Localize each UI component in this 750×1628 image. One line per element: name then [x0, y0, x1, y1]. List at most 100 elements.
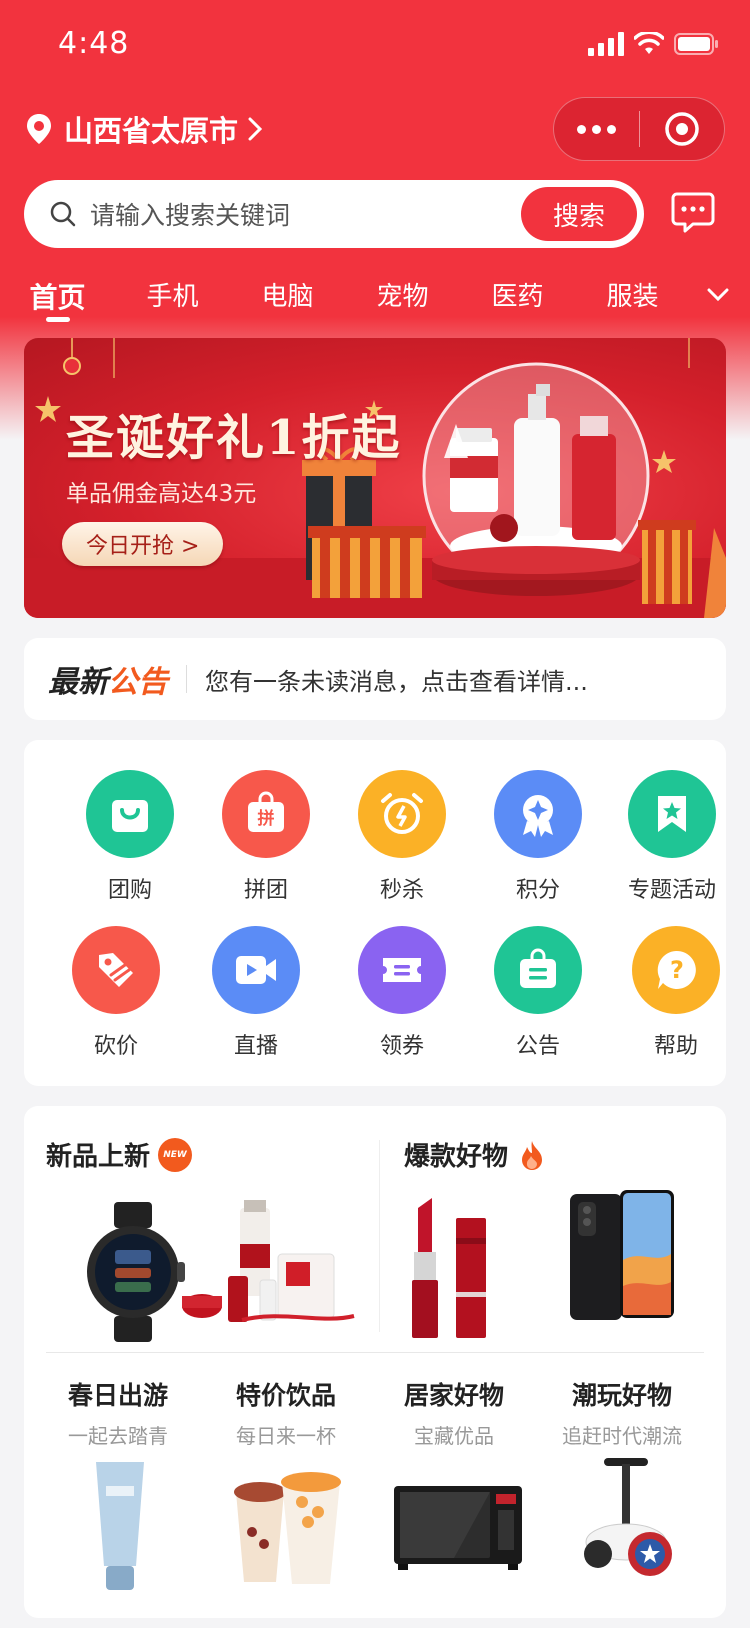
section-hot-products[interactable]: 爆款好物	[404, 1136, 546, 1173]
search-icon	[50, 201, 76, 227]
product-showcase: 新品上新 NEW 爆款好物 春日出游 一起去踏青 特价饮品 每日来一杯 居家好物…	[24, 1106, 726, 1618]
menu-item-help[interactable]: ? 帮助	[608, 926, 744, 1060]
smartwatch-product-image[interactable]	[78, 1202, 188, 1342]
category-trendy-toys[interactable]: 潮玩好物 追赶时代潮流	[538, 1376, 706, 1449]
help-question-icon: ?	[632, 926, 720, 1014]
category-subtitle: 每日来一杯	[236, 1424, 336, 1448]
message-button[interactable]	[671, 190, 715, 238]
new-badge-text: NEW	[163, 1149, 187, 1160]
section-new-products[interactable]: 新品上新 NEW	[46, 1136, 193, 1173]
more-options-button[interactable]	[554, 124, 639, 134]
category-title: 春日出游	[67, 1381, 168, 1410]
bubble-tea-product-image[interactable]	[230, 1462, 350, 1590]
target-circle-icon	[665, 112, 699, 146]
medal-icon	[494, 770, 582, 858]
menu-label: 积分	[515, 878, 560, 903]
location-pin-icon	[27, 114, 51, 144]
category-spring-outing[interactable]: 春日出游 一起去踏青	[34, 1376, 202, 1449]
notice-divider	[186, 665, 187, 693]
skincare-set-product-image[interactable]	[182, 1200, 362, 1328]
menu-item-live[interactable]: 直播	[188, 926, 324, 1060]
tab-phone[interactable]: 手机	[115, 270, 230, 330]
notice-text: 您有一条未读消息，点击查看详情...	[205, 667, 588, 696]
category-title: 居家好物	[403, 1381, 504, 1410]
menu-item-bargain[interactable]: 砍价	[48, 926, 184, 1060]
menu-label: 专题活动	[627, 878, 716, 903]
more-dot-icon	[606, 124, 616, 134]
banner-cta-button[interactable]: 今日开抢 >	[62, 522, 224, 566]
shopping-bag-icon	[86, 770, 174, 858]
menu-label: 秒杀	[379, 878, 424, 903]
video-camera-icon	[212, 926, 300, 1014]
quick-menu-grid: 团购 拼 拼团 秒杀 积分 专题活动 砍价 直播 领券 公告 ? 帮助	[24, 740, 726, 1086]
tabs-expand-button[interactable]	[686, 270, 750, 320]
menu-label: 领券	[379, 1034, 424, 1059]
tab-computer[interactable]: 电脑	[230, 270, 345, 330]
microwave-product-image[interactable]	[394, 1486, 522, 1570]
category-subtitle: 一起去踏青	[68, 1424, 168, 1448]
fire-icon	[522, 1140, 543, 1170]
notice-bag-icon	[494, 926, 582, 1014]
alarm-clock-icon	[358, 770, 446, 858]
more-dot-icon	[591, 124, 601, 134]
price-tag-icon	[72, 926, 160, 1014]
chevron-down-icon	[707, 288, 729, 302]
section-divider	[379, 1140, 380, 1332]
notice-label-announcement: 公告	[108, 665, 168, 700]
promo-banner[interactable]: 圣诞好礼1折起 单品佣金高达43元 今日开抢 >	[24, 338, 726, 618]
coupon-icon	[358, 926, 446, 1014]
close-miniprogram-button[interactable]	[640, 111, 725, 147]
search-button[interactable]: 搜索	[521, 187, 637, 241]
chat-bubble-icon	[671, 192, 715, 233]
category-subtitle: 追赶时代潮流	[562, 1424, 682, 1448]
new-badge-icon: NEW	[158, 1137, 193, 1172]
category-subtitle: 宝藏优品	[414, 1424, 494, 1448]
category-title: 潮玩好物	[571, 1381, 672, 1410]
miniprogram-capsule	[553, 97, 725, 161]
section-divider	[46, 1352, 704, 1353]
tab-clothing[interactable]: 服装	[575, 270, 690, 330]
tab-medicine[interactable]: 医药	[460, 270, 575, 330]
cellular-signal-icon	[588, 32, 624, 56]
wifi-icon	[634, 32, 664, 54]
battery-icon	[674, 33, 718, 55]
menu-item-special-event[interactable]: 专题活动	[604, 770, 740, 904]
svg-text:?: ?	[670, 956, 684, 984]
banner-subtitle: 单品佣金高达43元	[66, 481, 257, 507]
smartphone-product-image[interactable]	[570, 1190, 676, 1324]
search-bar[interactable]: 请输入搜索关键词 搜索	[24, 180, 644, 248]
menu-item-flash-sale[interactable]: 秒杀	[334, 770, 470, 904]
location-selector[interactable]: 山西省太原市	[26, 108, 263, 150]
menu-item-pin-group[interactable]: 拼 拼团	[198, 770, 334, 904]
category-title: 特价饮品	[235, 1381, 336, 1410]
more-dot-icon	[576, 124, 586, 134]
location-city: 山西省太原市	[64, 114, 239, 148]
section-title: 爆款好物	[404, 1142, 509, 1172]
pin-group-icon: 拼	[222, 770, 310, 858]
tab-home[interactable]: 首页	[0, 270, 115, 330]
menu-label: 拼团	[243, 878, 288, 903]
menu-item-group-buy[interactable]: 团购	[62, 770, 198, 904]
search-input[interactable]: 请输入搜索关键词	[90, 196, 521, 232]
tab-pet[interactable]: 宠物	[345, 270, 460, 330]
notice-bar[interactable]: 最新 公告 您有一条未读消息，点击查看详情...	[24, 638, 726, 720]
menu-item-coupon[interactable]: 领券	[334, 926, 470, 1060]
menu-label: 砍价	[93, 1034, 138, 1059]
banner-title: 圣诞好礼1折起	[66, 410, 402, 466]
menu-item-points[interactable]: 积分	[470, 770, 606, 904]
category-tabs: 首页 手机 电脑 宠物 医药 服装	[0, 270, 690, 330]
category-home-goods[interactable]: 居家好物 宝藏优品	[370, 1376, 538, 1449]
status-icons	[588, 32, 720, 56]
menu-label: 公告	[515, 1034, 560, 1059]
menu-label: 帮助	[653, 1034, 698, 1059]
balance-scooter-product-image[interactable]	[584, 1456, 674, 1582]
svg-text:拼: 拼	[258, 808, 275, 829]
menu-item-announcement[interactable]: 公告	[470, 926, 606, 1060]
section-title: 新品上新	[46, 1142, 151, 1172]
bookmark-star-icon	[628, 770, 716, 858]
lipstick-product-image[interactable]	[408, 1198, 502, 1338]
menu-label: 直播	[233, 1034, 278, 1059]
category-drinks[interactable]: 特价饮品 每日来一杯	[202, 1376, 370, 1449]
cleanser-tube-product-image[interactable]	[94, 1462, 146, 1592]
menu-label: 团购	[107, 878, 152, 903]
